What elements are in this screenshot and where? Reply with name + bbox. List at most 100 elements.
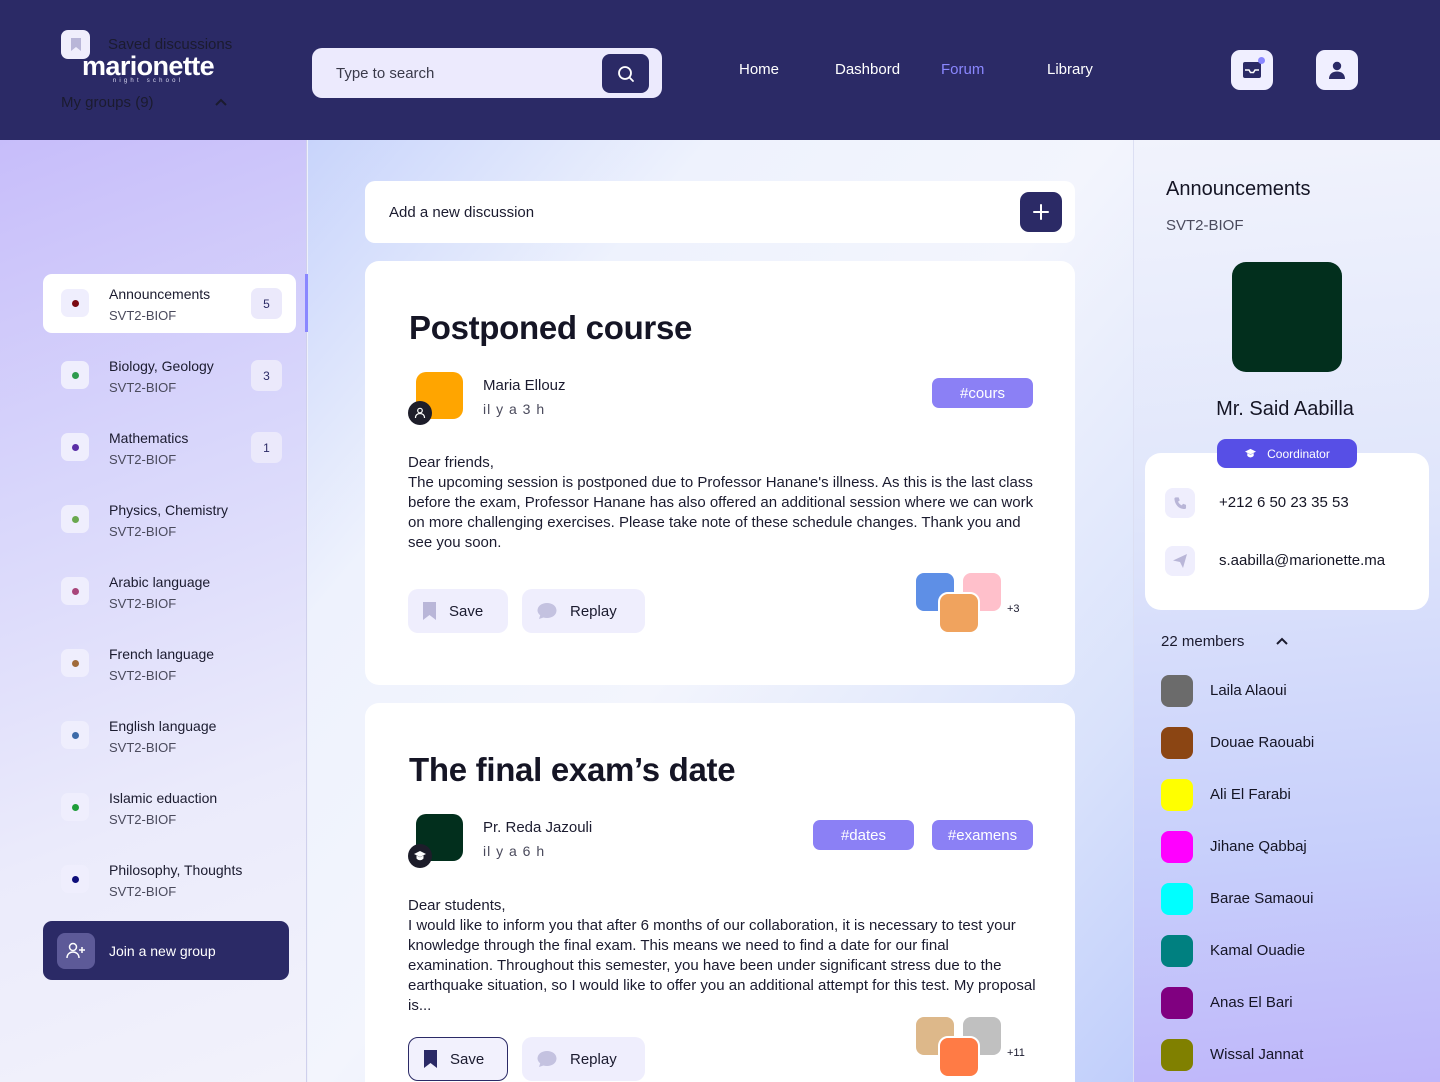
group-code: SVT2-BIOF [109,740,177,755]
group-item[interactable]: Arabic language SVT2-BIOF [43,562,296,621]
profile-button[interactable] [1316,50,1358,90]
send-icon [1165,546,1195,576]
nav-dashboard[interactable]: Dashbord [835,61,900,78]
coordinator-email[interactable]: s.aabilla@marionette.ma [1219,552,1385,569]
group-item[interactable]: French language SVT2-BIOF [43,634,296,693]
reply-button[interactable]: Replay [522,1037,645,1081]
search-button[interactable] [602,54,649,93]
group-item[interactable]: Mathematics SVT2-BIOF 1 [43,418,296,477]
reply-label: Replay [570,602,617,620]
my-groups-header[interactable]: My groups (9) [61,94,154,111]
user-icon [1329,61,1345,79]
tag-badge[interactable]: #examens [932,820,1033,850]
group-color-dot [61,505,89,533]
bookmark-icon [61,30,90,59]
graduation-cap-icon [1245,448,1257,458]
saved-discussions-link[interactable]: Saved discussions [61,30,232,59]
search-bar [312,48,662,98]
group-title: Announcements [1166,178,1311,200]
post-card: Postponed course Maria Ellouz il y a 3 h… [365,261,1075,685]
group-code: SVT2-BIOF [109,812,177,827]
save-button[interactable]: Save [408,589,508,633]
new-discussion-bar[interactable]: Add a new discussion [365,181,1075,243]
nav-library[interactable]: Library [1047,61,1093,78]
reply-button[interactable]: Replay [522,589,645,633]
member-avatar [1161,935,1193,967]
participant-count[interactable]: +3 [1007,603,1020,615]
group-color-dot [61,577,89,605]
user-icon [408,401,432,425]
group-item[interactable]: Announcements SVT2-BIOF 5 [43,274,296,333]
member-name: Kamal Ouadie [1210,942,1306,959]
group-name: Islamic eduaction [109,790,218,806]
author-name[interactable]: Maria Ellouz [483,377,566,394]
group-subtitle: SVT2-BIOF [1166,217,1244,234]
group-color-dot [61,721,89,749]
coordinator-phone[interactable]: +212 6 50 23 35 53 [1219,494,1349,511]
member-avatar [1161,987,1193,1019]
group-color-dot [61,793,89,821]
new-discussion-label: Add a new discussion [389,204,535,221]
members-header[interactable]: 22 members [1161,633,1244,650]
group-item[interactable]: Biology, Geology SVT2-BIOF 3 [43,346,296,405]
join-group-button[interactable]: Join a new group [43,921,289,980]
author-name[interactable]: Pr. Reda Jazouli [483,819,592,836]
inbox-button[interactable] [1231,50,1273,90]
post-title[interactable]: The final exam’s date [409,751,736,789]
group-item[interactable]: Philosophy, Thoughts SVT2-BIOF [43,850,296,909]
member-name: Anas El Bari [1210,994,1293,1011]
member-name: Ali El Farabi [1210,786,1291,803]
group-name: Biology, Geology [109,358,214,374]
group-code: SVT2-BIOF [109,524,177,539]
participant-avatar[interactable] [938,592,980,634]
plus-icon [1033,204,1049,220]
group-color-dot [61,649,89,677]
coordinator-photo[interactable] [1232,262,1342,372]
group-code: SVT2-BIOF [109,668,177,683]
member-avatar [1161,883,1193,915]
group-code: SVT2-BIOF [109,452,177,467]
group-color-dot [61,433,89,461]
group-item[interactable]: Physics, Chemistry SVT2-BIOF [43,490,296,549]
post-title[interactable]: Postponed course [409,309,692,347]
graduation-cap-icon [408,844,432,868]
phone-icon [1165,488,1195,518]
search-icon [617,65,634,82]
unread-count-badge: 1 [251,432,282,463]
chevron-up-icon[interactable] [1275,635,1289,647]
group-item[interactable]: Islamic eduaction SVT2-BIOF [43,778,296,837]
nav-home[interactable]: Home [739,61,779,78]
tag-badge[interactable]: #dates [813,820,914,850]
group-item[interactable]: English language SVT2-BIOF [43,706,296,765]
chevron-up-icon[interactable] [214,96,228,108]
notification-dot [1258,57,1265,64]
coordinator-badge: Coordinator [1217,439,1357,468]
member-avatar [1161,831,1193,863]
participant-avatar[interactable] [938,1036,980,1078]
member-avatar [1161,1039,1193,1071]
post-timestamp: il y a 6 h [483,843,546,859]
group-color-dot [61,865,89,893]
search-input[interactable] [336,48,596,98]
add-discussion-button[interactable] [1020,192,1062,232]
member-name: Laila Alaoui [1210,682,1287,699]
post-body: Dear friends, The upcoming session is po… [408,454,1034,551]
participant-count[interactable]: +11 [1007,1047,1025,1059]
tag-badge[interactable]: #cours [932,378,1033,408]
member-avatar [1161,675,1193,707]
group-name: French language [109,646,215,662]
save-label: Save [450,1050,485,1068]
contact-card [1145,453,1429,610]
saved-discussions-label: Saved discussions [108,36,233,53]
coordinator-name[interactable]: Mr. Said Aabilla [1145,398,1425,421]
unread-count-badge: 5 [251,288,282,319]
group-name: Announcements [109,286,211,302]
bookmark-icon [423,602,436,620]
group-code: SVT2-BIOF [109,596,177,611]
coordinator-role-label: Coordinator [1267,446,1330,461]
save-button[interactable]: Save [408,1037,508,1081]
member-name: Barae Samaoui [1210,890,1314,907]
nav-forum[interactable]: Forum [941,61,984,78]
group-code: SVT2-BIOF [109,884,177,899]
member-avatar [1161,779,1193,811]
